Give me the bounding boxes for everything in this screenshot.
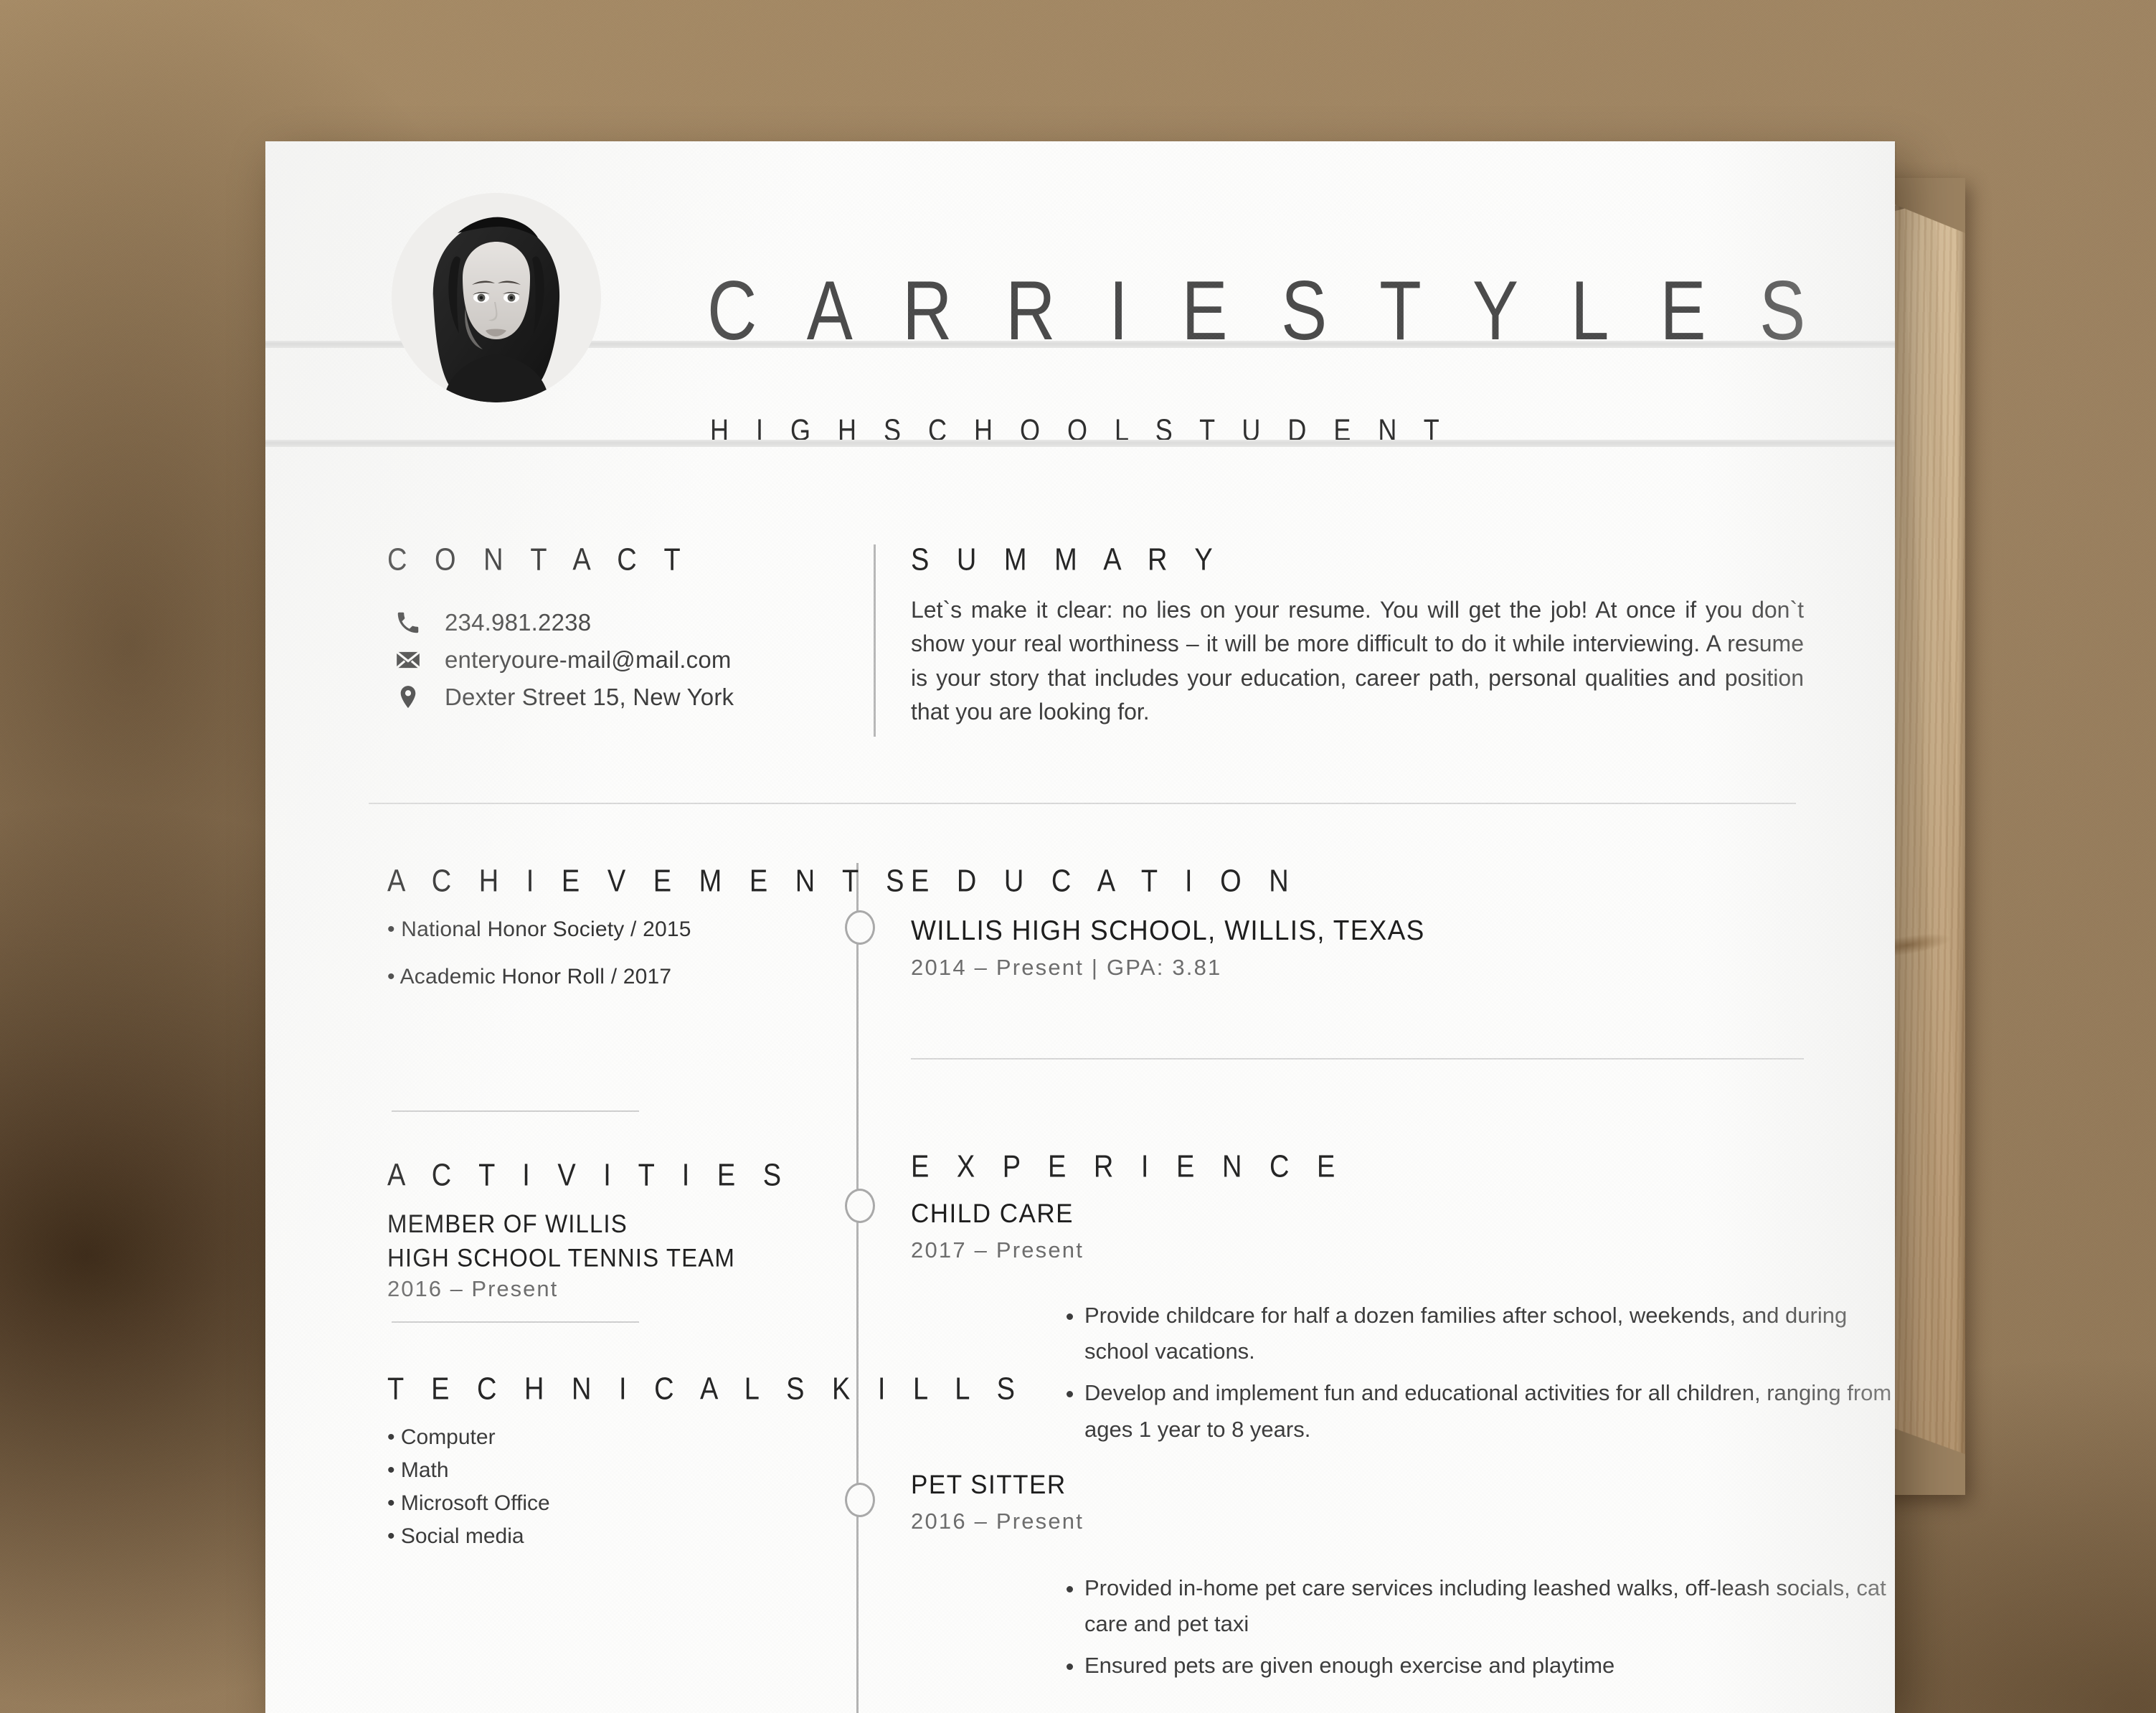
activity-date: 2016 – Present bbox=[387, 1276, 559, 1301]
job-bullet: Ensured pets are given enough exercise a… bbox=[1084, 1648, 1895, 1684]
job-bullet-list: Provide childcare for half a dozen famil… bbox=[1040, 1298, 1895, 1453]
section-title-experience: E X P E R I E N C E bbox=[911, 1150, 1346, 1184]
job-bullet-list: Provided in-home pet care services inclu… bbox=[1040, 1570, 1895, 1690]
timeline-rail bbox=[856, 863, 859, 1713]
left-divider-achievements bbox=[392, 1110, 639, 1112]
job-bullet: Develop and implement fun and educationa… bbox=[1084, 1375, 1895, 1447]
achievement-item: • National Honor Society / 2015 bbox=[387, 917, 691, 941]
skill-item: • Social media bbox=[387, 1524, 524, 1548]
timeline-marker-child-care bbox=[845, 1189, 875, 1223]
contact-value-address: Dexter Street 15, New York bbox=[445, 684, 734, 710]
section-title-technical-skills: T E C H N I C A L S K I L L S bbox=[387, 1372, 1025, 1407]
job-bullet: Provided in-home pet care services inclu… bbox=[1084, 1570, 1895, 1642]
contact-row-email[interactable]: enteryoure-mail@mail.com bbox=[392, 643, 732, 676]
section-title-education: E D U C A T I O N bbox=[911, 864, 1299, 899]
column-divider bbox=[874, 544, 876, 737]
section-title-summary: S U M M A R Y bbox=[911, 543, 1223, 577]
envelope-icon bbox=[392, 643, 425, 676]
summary-body: Let`s make it clear: no lies on your res… bbox=[911, 597, 1804, 725]
timeline-marker-education bbox=[845, 910, 875, 945]
contact-value-email: enteryoure-mail@mail.com bbox=[445, 646, 732, 673]
contact-row-address[interactable]: Dexter Street 15, New York bbox=[392, 681, 734, 714]
section-divider-main bbox=[369, 803, 1796, 804]
location-pin-icon bbox=[392, 681, 425, 714]
left-divider-activities bbox=[392, 1321, 639, 1323]
skill-item: • Math bbox=[387, 1458, 449, 1482]
section-divider-education bbox=[911, 1058, 1804, 1060]
section-title-achievements: A C H I E V E M E N T S bbox=[387, 864, 914, 899]
education-date: 2014 – Present | GPA: 3.81 bbox=[911, 955, 1222, 980]
job-date: 2016 – Present bbox=[911, 1509, 1084, 1534]
contact-value-phone: 234.981.2238 bbox=[445, 609, 592, 636]
skill-item: • Computer bbox=[387, 1425, 496, 1449]
section-title-contact: C O N T A C T bbox=[387, 543, 691, 577]
resume-page: C A R R I E S T Y L E S H I G H S C H O … bbox=[265, 141, 1895, 1713]
phone-icon bbox=[392, 606, 425, 639]
section-title-activities: A C T I V I T I E S bbox=[387, 1158, 792, 1193]
contact-row-phone[interactable]: 234.981.2238 bbox=[392, 606, 591, 639]
job-bullet: Provide childcare for half a dozen famil… bbox=[1084, 1298, 1895, 1369]
education-school: WILLIS HIGH SCHOOL, WILLIS, TEXAS bbox=[911, 915, 1425, 946]
achievement-item: • Academic Honor Roll / 2017 bbox=[387, 965, 672, 988]
header-rule-bottom bbox=[265, 440, 1895, 447]
job-title: CHILD CARE bbox=[911, 1199, 1074, 1229]
activity-name: MEMBER OF WILLIS HIGH SCHOOL TENNIS TEAM bbox=[387, 1209, 735, 1272]
timeline-marker-pet-sitter bbox=[845, 1483, 875, 1517]
avatar bbox=[392, 193, 601, 402]
job-title: PET SITTER bbox=[911, 1470, 1067, 1500]
wood-bevel-right bbox=[1957, 178, 1965, 1495]
job-date: 2017 – Present bbox=[911, 1237, 1084, 1263]
skill-item: • Microsoft Office bbox=[387, 1491, 550, 1515]
